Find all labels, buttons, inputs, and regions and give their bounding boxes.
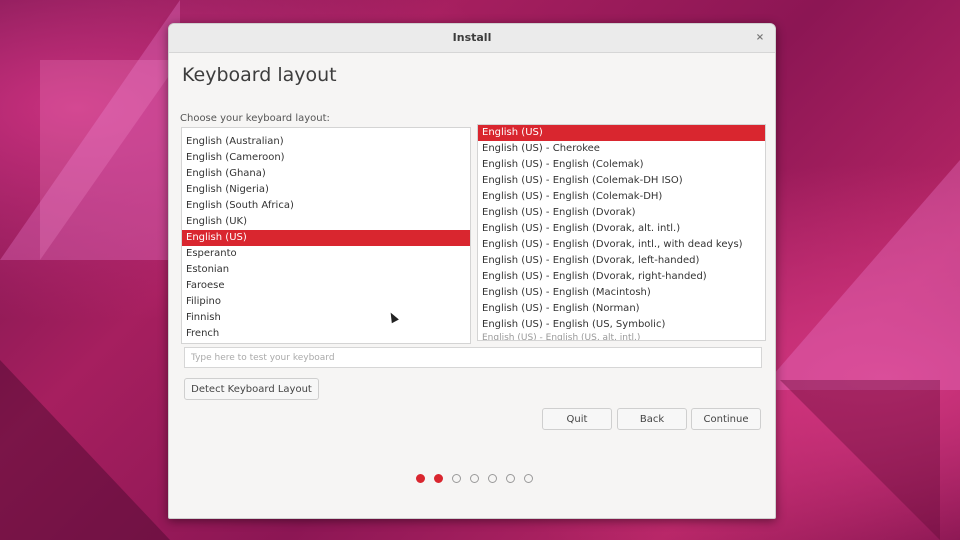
layout-list-item[interactable]: Filipino [182, 294, 470, 310]
keyboard-test-input[interactable] [184, 347, 762, 368]
layout-list-item[interactable]: Esperanto [182, 246, 470, 262]
window-title: Install [452, 31, 492, 44]
variant-list-item[interactable]: English (US) [478, 125, 765, 141]
continue-button[interactable]: Continue [691, 408, 761, 430]
detect-keyboard-layout-button[interactable]: Detect Keyboard Layout [184, 378, 319, 400]
progress-dot [416, 474, 425, 483]
layout-list-item[interactable]: English (Cameroon) [182, 150, 470, 166]
wallpaper-facet [780, 380, 940, 540]
page-title: Keyboard layout [182, 64, 337, 86]
installer-window: Install × Keyboard layout Choose your ke… [168, 23, 776, 519]
variant-list-item[interactable]: English (US) - English (Colemak) [478, 157, 765, 173]
layout-list-item[interactable]: English (UK) [182, 214, 470, 230]
quit-button[interactable]: Quit [542, 408, 612, 430]
layout-list-item[interactable]: English (Australian) [182, 134, 470, 150]
wallpaper-facet [40, 60, 180, 260]
progress-dot [488, 474, 497, 483]
variant-list-item[interactable]: English (US) - English (Colemak-DH ISO) [478, 173, 765, 189]
progress-dot [524, 474, 533, 483]
layout-list-item[interactable]: French [182, 326, 470, 342]
layout-list-item[interactable]: English (Ghana) [182, 166, 470, 182]
progress-dot [434, 474, 443, 483]
variant-list-item[interactable]: English (US) - English (Macintosh) [478, 285, 765, 301]
wallpaper-facet [0, 360, 170, 540]
progress-dot [452, 474, 461, 483]
progress-dots [416, 474, 542, 484]
variant-list-item[interactable]: English (US) - English (Norman) [478, 301, 765, 317]
progress-dot [470, 474, 479, 483]
keyboard-variant-list[interactable]: English (US) English (US) - Cherokee Engli… [477, 124, 766, 341]
variant-list-item-partial[interactable]: English (US) - English (US, alt. intl.) [478, 333, 765, 340]
choose-layout-label: Choose your keyboard layout: [180, 113, 330, 124]
variant-list-item[interactable]: English (US) - English (Dvorak, intl., w… [478, 237, 765, 253]
variant-list-item[interactable]: English (US) - English (Dvorak, right-ha… [478, 269, 765, 285]
layout-list-item[interactable]: Finnish [182, 310, 470, 326]
variant-list-item[interactable]: English (US) - Cherokee [478, 141, 765, 157]
variant-list-item[interactable]: English (US) - English (US, Symbolic) [478, 317, 765, 333]
layout-list-item[interactable]: English (US) [182, 230, 470, 246]
layout-list-item[interactable]: English (Nigeria) [182, 182, 470, 198]
window-titlebar[interactable]: Install × [169, 24, 775, 53]
variant-list-item[interactable]: English (US) - English (Colemak-DH) [478, 189, 765, 205]
variant-list-item[interactable]: English (US) - English (Dvorak, left-han… [478, 253, 765, 269]
wallpaper-facet [760, 160, 960, 390]
variant-list-item[interactable]: English (US) - English (Dvorak) [478, 205, 765, 221]
back-button[interactable]: Back [617, 408, 687, 430]
layout-list-item[interactable]: Estonian [182, 262, 470, 278]
variant-list-item[interactable]: English (US) - English (Dvorak, alt. int… [478, 221, 765, 237]
close-icon[interactable]: × [753, 31, 767, 45]
layout-list-item[interactable]: Faroese [182, 278, 470, 294]
progress-dot [506, 474, 515, 483]
keyboard-layout-list[interactable]: English (Australian) English (Cameroon) En… [181, 127, 471, 344]
layout-list-item[interactable]: English (South Africa) [182, 198, 470, 214]
